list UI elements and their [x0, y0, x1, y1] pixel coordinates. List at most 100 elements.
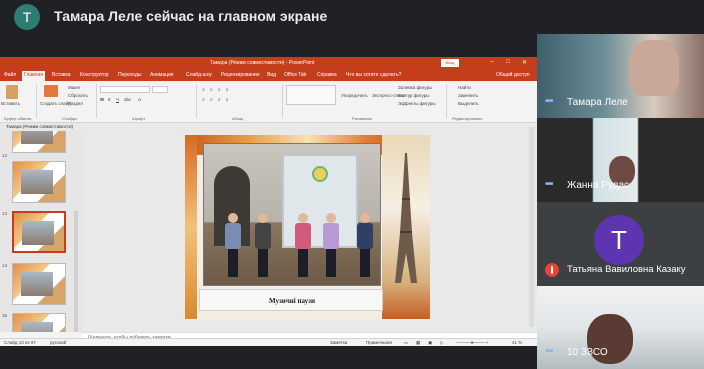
child-head — [258, 213, 268, 223]
document-tab[interactable]: Тамара (Режим совместимости) — [0, 123, 82, 131]
share-button[interactable]: Общий доступ — [494, 71, 532, 79]
participant-name: Татьяна Вавиловна Казаку — [567, 264, 686, 275]
child-legs — [326, 249, 336, 277]
slide-counter: Слайд 13 из 97 — [4, 340, 36, 345]
presenting-status-text: Тамара Леле сейчас на главном экране — [54, 8, 328, 24]
shape-effects-button[interactable]: Эффекты фигуры — [398, 101, 436, 106]
slide-caption-box[interactable]: Музичні паузи — [199, 289, 383, 311]
speaking-indicator-icon: ••• — [545, 346, 553, 357]
thumbnail-photo — [22, 221, 54, 245]
strikethrough-icon[interactable]: abc — [124, 97, 131, 102]
slide-number: 12 — [2, 153, 8, 158]
italic-icon[interactable]: К — [108, 97, 111, 102]
slide-thumbnail[interactable] — [12, 131, 66, 153]
divider — [446, 84, 447, 118]
thumbnail-photo — [21, 322, 53, 332]
children-photo — [203, 143, 381, 286]
canvas-scrollbar[interactable] — [529, 127, 534, 327]
font-name-select[interactable] — [100, 86, 150, 93]
current-slide[interactable]: Музичні паузи — [185, 135, 430, 319]
tab-help[interactable]: Справка — [315, 71, 339, 79]
bold-icon[interactable]: Ж — [100, 97, 104, 102]
participant-face — [629, 40, 679, 96]
layout-button[interactable]: Макет — [68, 85, 81, 90]
child-body — [357, 223, 373, 249]
tab-file[interactable]: Файл — [2, 71, 18, 79]
ppt-title-bar: Тамара (Режим совместимости) - PowerPoin… — [0, 57, 537, 69]
slide-thumbnail[interactable] — [12, 263, 66, 305]
shape-outline-button[interactable]: Контур фигуры — [398, 93, 429, 98]
bottom-strip — [0, 346, 537, 369]
font-color-icon[interactable]: A — [138, 97, 141, 102]
find-button[interactable]: Найти — [458, 85, 471, 90]
child-figure — [322, 213, 340, 277]
tab-home[interactable]: Главная — [22, 71, 46, 81]
slide-number: 14 — [2, 263, 8, 268]
thumbnails-scrollbar[interactable] — [74, 211, 78, 332]
autumn-side-decoration — [185, 135, 197, 319]
replace-button[interactable]: Заменить — [458, 93, 478, 98]
child-legs — [298, 249, 308, 277]
slide-thumbnail-selected[interactable] — [12, 211, 66, 253]
child-body — [255, 223, 271, 249]
shape-fill-button[interactable]: Заливка фигуры — [398, 85, 432, 90]
new-slide-icon[interactable] — [44, 85, 58, 97]
participant-name: 10 ЗЗСО — [567, 347, 608, 358]
child-head — [228, 213, 238, 223]
group-drawing-label: Рисование — [352, 116, 373, 121]
tab-design[interactable]: Конструктор — [78, 71, 111, 79]
eiffel-tower-image — [395, 153, 417, 283]
slide-thumbnail[interactable] — [12, 313, 66, 332]
section-button[interactable]: Раздел — [68, 101, 83, 106]
tab-review[interactable]: Рецензирование — [219, 71, 262, 79]
participant-tile[interactable]: Т Татьяна Вавиловна Казаку — [537, 202, 704, 286]
notes-toggle[interactable]: Заметки — [330, 340, 347, 345]
tab-animations[interactable]: Анимация — [148, 71, 175, 79]
tell-me-search[interactable]: Что вы хотите сделать? — [344, 71, 403, 79]
presenter-avatar: Т — [14, 4, 40, 30]
bullets-icon[interactable]: ≡ ≡ ≡ ≡ — [202, 87, 230, 92]
paste-icon[interactable] — [6, 85, 18, 99]
minimize-icon[interactable]: – — [490, 59, 493, 65]
paste-button[interactable]: Вставить — [1, 101, 20, 106]
divider — [282, 84, 283, 118]
group-paragraph-label: Абзац — [232, 116, 244, 121]
tab-slideshow[interactable]: Слайд-шоу — [184, 71, 214, 79]
comments-toggle[interactable]: Примечания — [366, 340, 392, 345]
align-icon[interactable]: ≡ ≡ ≡ ≡ — [202, 97, 230, 102]
divider — [36, 84, 37, 118]
tab-view[interactable]: Вид — [265, 71, 278, 79]
slide-thumbnails: 12 13 14 15 — [0, 131, 82, 332]
tab-insert[interactable]: Вставка — [50, 71, 73, 79]
participant-avatar: Т — [594, 215, 644, 265]
child-figure — [254, 213, 272, 277]
tab-office-tab[interactable]: Office Tab — [282, 71, 308, 79]
sign-in-button[interactable]: Вход — [441, 59, 459, 67]
ribbon-tabs: Файл Главная Вставка Конструктор Переход… — [0, 69, 537, 81]
maximize-icon[interactable]: □ — [506, 59, 510, 65]
speaking-indicator-icon: ••• — [545, 179, 553, 190]
zoom-level[interactable]: 41 % — [512, 340, 522, 345]
language-indicator[interactable]: русский — [50, 340, 66, 345]
new-slide-button[interactable]: Создать слайд — [40, 101, 71, 106]
slide-thumbnail[interactable] — [12, 161, 66, 203]
participant-tile[interactable]: ••• 10 ЗЗСО — [537, 286, 704, 369]
underline-icon[interactable]: Ч — [116, 97, 119, 102]
child-head — [298, 213, 308, 223]
reset-button[interactable]: Сбросить — [68, 93, 88, 98]
status-bar: Слайд 13 из 97 русский Заметки Примечани… — [0, 338, 537, 346]
participant-tile[interactable]: ••• Жанна Рудас — [537, 118, 704, 202]
font-size-select[interactable] — [152, 86, 168, 93]
tab-transitions[interactable]: Переходы — [116, 71, 143, 79]
arrange-button[interactable]: Упорядочить — [341, 93, 368, 98]
presentation-banner: Т Тамара Леле сейчас на главном экране — [0, 0, 704, 34]
participant-name: Тамара Леле — [567, 97, 628, 108]
group-clipboard-label: Буфер обмена — [4, 116, 32, 121]
shapes-gallery[interactable] — [286, 85, 336, 105]
shared-screen: Тамара (Режим совместимости) - PowerPoin… — [0, 57, 537, 346]
close-icon[interactable]: ✕ — [522, 59, 527, 66]
select-button[interactable]: Выделить — [458, 101, 479, 106]
zoom-slider[interactable]: – ———●——— + — [456, 340, 488, 345]
participant-tile[interactable]: ••• Тамара Леле — [537, 34, 704, 118]
slide-canvas: Музичні паузи — [82, 123, 537, 332]
